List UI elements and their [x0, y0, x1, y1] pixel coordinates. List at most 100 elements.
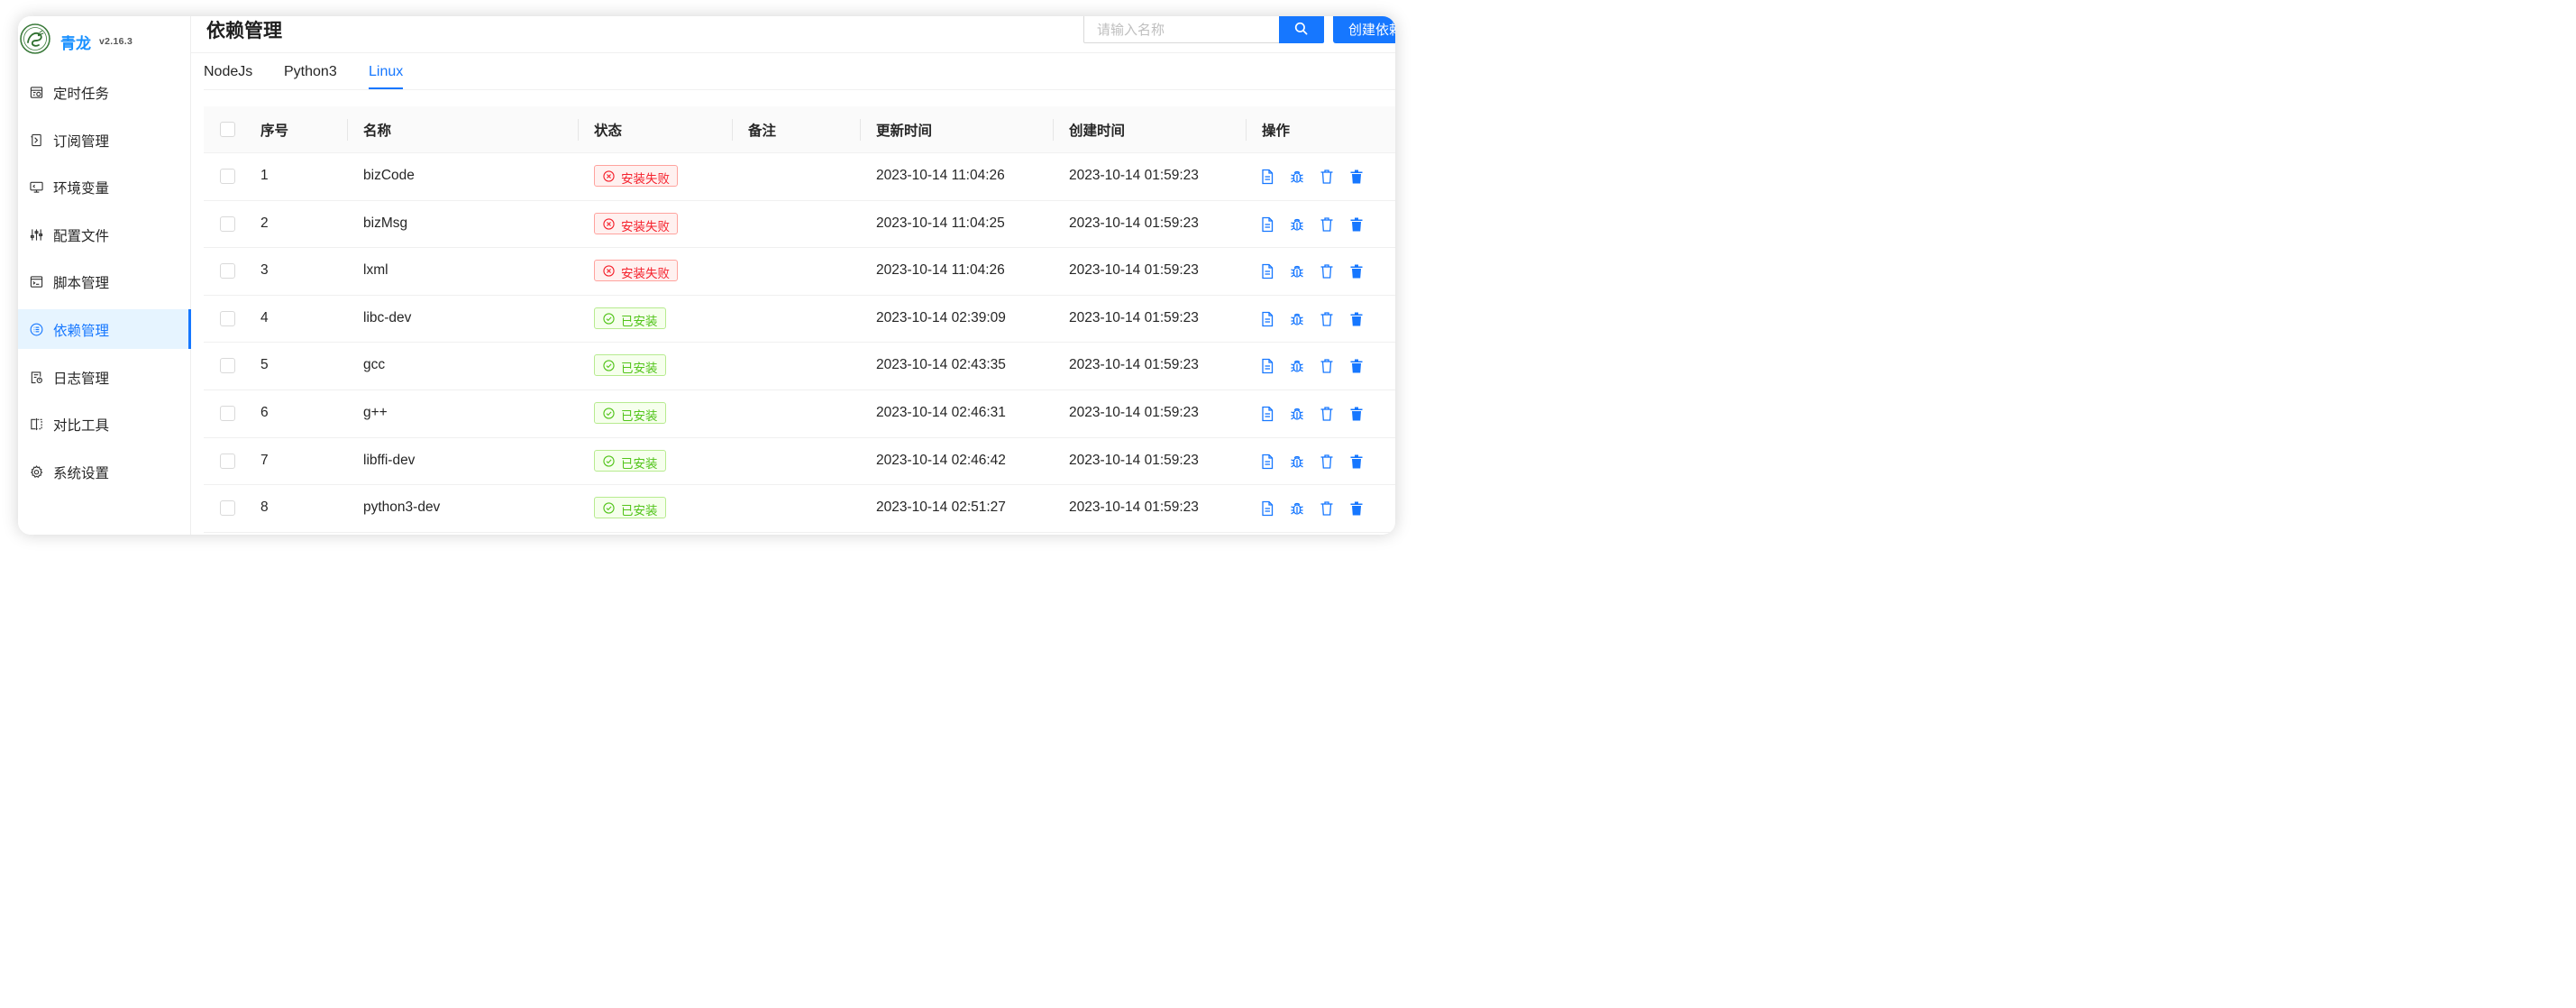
view-log-button[interactable]: [1260, 358, 1274, 374]
column-header-index[interactable]: 序号: [260, 120, 288, 140]
delete-button[interactable]: [1349, 454, 1364, 470]
reinstall-button[interactable]: [1290, 311, 1304, 327]
column-divider: [732, 119, 733, 141]
sidebar-item-diff[interactable]: 对比工具: [18, 404, 191, 444]
sidebar-item-settings[interactable]: 系统设置: [18, 452, 191, 491]
view-log-button[interactable]: [1260, 216, 1274, 233]
close-circle-icon: [603, 265, 615, 277]
cell-updated-time: 2023-10-14 02:46:31: [876, 405, 1006, 420]
uninstall-button[interactable]: [1320, 454, 1334, 470]
delete-button[interactable]: [1349, 406, 1364, 422]
table-row: 7 libffi-dev 已安装 2023-10-14 02:46:42 2023-10…: [204, 438, 1395, 486]
cell-index: 3: [260, 262, 269, 279]
sidebar-item-label: 日志管理: [53, 371, 110, 387]
row-checkbox[interactable]: [220, 263, 235, 279]
table-row: 1 bizCode 安装失败 2023-10-14 11:04:26 2023-10-1…: [204, 153, 1395, 201]
sidebar-item-label: 定时任务: [53, 87, 110, 102]
uninstall-button[interactable]: [1320, 358, 1334, 374]
column-divider: [860, 119, 861, 141]
view-log-button[interactable]: [1260, 263, 1274, 279]
status-badge: 安装失败: [594, 165, 678, 187]
delete-button[interactable]: [1349, 500, 1364, 517]
reinstall-button[interactable]: [1290, 406, 1304, 422]
check-circle-icon: [603, 502, 615, 514]
uninstall-button[interactable]: [1320, 406, 1334, 422]
cell-index: 4: [260, 309, 269, 325]
sidebar-item-cron[interactable]: 定时任务: [18, 72, 191, 112]
view-log-button[interactable]: [1260, 311, 1274, 327]
create-dependency-button[interactable]: 创建依赖: [1333, 16, 1395, 43]
reinstall-button[interactable]: [1290, 263, 1304, 279]
sidebar-item-label: 订阅管理: [53, 134, 110, 150]
trash-filled-icon: [1350, 217, 1363, 232]
cell-updated-time: 2023-10-14 02:51:27: [876, 499, 1006, 516]
view-log-button[interactable]: [1260, 500, 1274, 517]
tab-python3[interactable]: Python3: [284, 64, 337, 80]
trash-outline-icon: [1320, 501, 1333, 516]
cell-index: 8: [260, 499, 269, 516]
bug-icon: [1291, 170, 1303, 183]
tab-linux[interactable]: Linux: [369, 64, 403, 80]
tabs-divider: [204, 89, 1395, 90]
sidebar-item-config[interactable]: 配置文件: [18, 215, 191, 254]
row-checkbox[interactable]: [220, 500, 235, 517]
sidebar-item-label: 对比工具: [53, 418, 110, 434]
reinstall-button[interactable]: [1290, 454, 1304, 470]
row-checkbox[interactable]: [220, 169, 235, 184]
column-header-name[interactable]: 名称: [363, 120, 391, 140]
sidebar-item-subscription[interactable]: 订阅管理: [18, 120, 191, 160]
reinstall-button[interactable]: [1290, 169, 1304, 185]
sidebar-item-scripts[interactable]: 脚本管理: [18, 261, 191, 301]
row-checkbox[interactable]: [220, 310, 235, 326]
brand[interactable]: 青龙 v2.16.3: [18, 20, 191, 56]
view-log-button[interactable]: [1260, 169, 1274, 185]
uninstall-button[interactable]: [1320, 169, 1334, 185]
sidebar-item-dependencies[interactable]: 依赖管理: [18, 309, 191, 349]
bug-icon: [1291, 361, 1303, 373]
reinstall-button[interactable]: [1290, 358, 1304, 374]
trash-outline-icon: [1320, 170, 1333, 184]
row-checkbox[interactable]: [220, 358, 235, 374]
file-text-icon: [1262, 406, 1274, 422]
column-header-created[interactable]: 创建时间: [1069, 120, 1125, 140]
table-row: 4 libc-dev 已安装 2023-10-14 02:39:09 2023-10-1…: [204, 296, 1395, 344]
search-icon: [1294, 22, 1308, 35]
page-title: 依赖管理: [206, 21, 282, 41]
column-header-status[interactable]: 状态: [594, 120, 622, 140]
delete-button[interactable]: [1349, 263, 1364, 279]
reinstall-button[interactable]: [1290, 216, 1304, 233]
view-log-button[interactable]: [1260, 406, 1274, 422]
search-input[interactable]: [1084, 16, 1279, 42]
cell-name: lxml: [363, 262, 388, 279]
uninstall-button[interactable]: [1320, 263, 1334, 279]
sidebar-item-env[interactable]: 环境变量: [18, 167, 191, 206]
delete-button[interactable]: [1349, 311, 1364, 327]
uninstall-button[interactable]: [1320, 311, 1334, 327]
column-header-updated[interactable]: 更新时间: [876, 120, 932, 140]
row-checkbox[interactable]: [220, 453, 235, 469]
select-all-checkbox[interactable]: [220, 122, 235, 137]
uninstall-button[interactable]: [1320, 500, 1334, 517]
tab-nodejs[interactable]: NodeJs: [204, 64, 252, 80]
cell-created-time: 2023-10-14 01:59:23: [1069, 309, 1199, 325]
column-header-remark[interactable]: 备注: [748, 120, 776, 140]
column-divider: [1053, 119, 1054, 141]
uninstall-button[interactable]: [1320, 216, 1334, 233]
sidebar-item-logs[interactable]: 日志管理: [18, 357, 191, 397]
search-button[interactable]: [1279, 16, 1324, 43]
status-label: 安装失败: [621, 172, 670, 186]
check-circle-icon: [603, 408, 615, 419]
calendar-clock-icon: [30, 87, 43, 98]
reinstall-button[interactable]: [1290, 500, 1304, 517]
row-checkbox[interactable]: [220, 215, 235, 232]
view-log-button[interactable]: [1260, 454, 1274, 470]
cell-index: 5: [260, 357, 269, 373]
status-label: 已安装: [621, 456, 658, 471]
delete-button[interactable]: [1349, 216, 1364, 233]
delete-button[interactable]: [1349, 169, 1364, 185]
row-checkbox[interactable]: [220, 406, 235, 421]
trash-outline-icon: [1320, 359, 1333, 374]
app-window: 青龙 v2.16.3 定时任务 订阅管理 环境变量 配置文件 脚本管理 依赖管理…: [18, 16, 1395, 535]
delete-button[interactable]: [1349, 358, 1364, 374]
cell-created-time: 2023-10-14 01:59:23: [1069, 405, 1199, 420]
